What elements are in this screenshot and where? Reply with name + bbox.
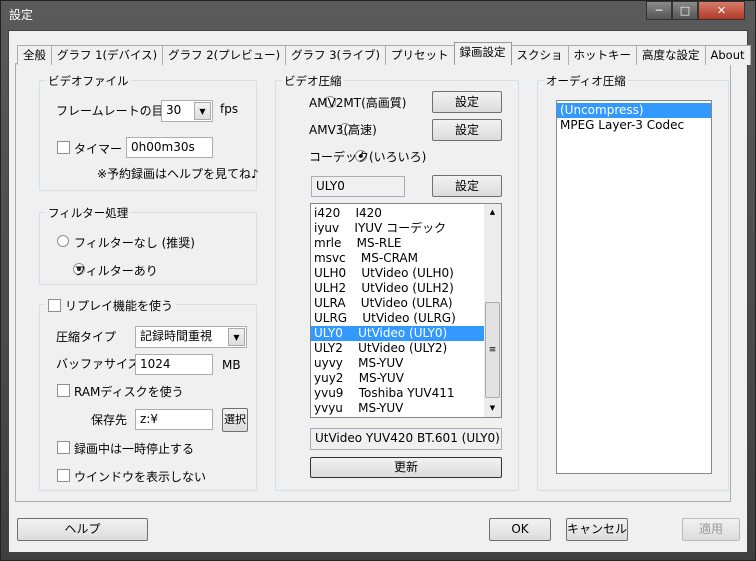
video-file-label: ビデオファイル (46, 73, 131, 89)
ok-button[interactable]: OK (489, 518, 551, 541)
tab-graph1[interactable]: グラフ 1(デバイス) (51, 45, 164, 65)
codec-list-scrollbar[interactable]: ▲ ≡ ▼ (484, 204, 501, 417)
scroll-down-icon[interactable]: ▼ (484, 400, 501, 417)
codec-list-item[interactable]: ULY0 UtVideo (ULY0) (311, 326, 484, 341)
codec-list-item[interactable]: iyuv IYUV コーデック (311, 221, 484, 236)
codec-list-item[interactable]: mrle MS-RLE (311, 236, 484, 251)
timer-label: タイマー (74, 142, 123, 156)
codec-label: コーデック(いろいろ) (309, 150, 427, 164)
audio-list-item[interactable]: (Uncompress) (557, 103, 711, 118)
maximize-button[interactable]: □ (672, 1, 698, 20)
tab-graph2[interactable]: グラフ 2(プレビュー) (162, 45, 287, 65)
codec-list-item[interactable]: yvu9 Toshiba YUV411 (311, 386, 484, 401)
codec-list-item[interactable]: uyvy MS-YUV (311, 356, 484, 371)
fps-unit: fps (220, 102, 239, 116)
video-compress-label: ビデオ圧縮 (282, 73, 344, 89)
codec-list-item[interactable]: yvyu MS-YUV (311, 401, 484, 416)
tab-recording[interactable]: 録画設定 (453, 42, 512, 65)
codec-description: UtVideo YUV420 BT.601 (ULY0) VCM (310, 428, 502, 450)
ramdisk-label: RAMディスクを使う (74, 385, 184, 399)
window-title: 設定 (9, 8, 34, 22)
pause-checkbox[interactable] (57, 441, 70, 454)
compress-type-label: 圧縮タイプ (56, 330, 117, 344)
apply-button[interactable]: 適用 (682, 518, 740, 541)
ramdisk-checkbox[interactable] (57, 384, 70, 397)
refresh-button[interactable]: 更新 (310, 457, 502, 478)
pause-label: 録画中は一時停止する (74, 442, 195, 456)
chevron-down-icon: ▼ (228, 328, 245, 346)
close-button[interactable]: ✕ (698, 1, 745, 20)
timer-input[interactable]: 0h00m30s (126, 137, 213, 158)
chevron-down-icon: ▼ (194, 102, 211, 120)
filter-none-label: フィルターなし (推奨) (74, 236, 195, 250)
scroll-thumb[interactable]: ≡ (485, 302, 500, 398)
timer-checkbox[interactable] (57, 141, 70, 154)
framerate-label: フレームレートの目安 (56, 104, 176, 118)
audio-list-item[interactable]: MPEG Layer-3 Codec (557, 118, 711, 133)
replay-label: リプレイ機能を使う (65, 299, 174, 313)
filter-none-radio[interactable] (57, 235, 69, 247)
codec-list-item[interactable]: i420 I420 (311, 206, 484, 221)
amv3-settings-button[interactable]: 設定 (432, 119, 502, 141)
codec-fourcc-field: ULY0 (311, 176, 405, 197)
amv2mt-label: AMV2MT(高画質) (309, 96, 407, 110)
tab-about[interactable]: About (704, 45, 751, 65)
codec-list[interactable]: i420 I420 iyuv IYUV コーデック mrle MS-RLE msvc … (310, 203, 502, 418)
tab-graph3[interactable]: グラフ 3(ライブ) (285, 45, 387, 65)
audio-compress-label: オーディオ圧縮 (544, 73, 628, 89)
replay-toggle[interactable]: リプレイ機能を使う (45, 297, 177, 314)
tab-preset[interactable]: プリセット (385, 45, 455, 65)
compress-type-select[interactable]: 記録時間重視 ▼ (135, 326, 247, 348)
amv2mt-settings-button[interactable]: 設定 (432, 91, 502, 113)
save-dest-input[interactable]: z:¥ (135, 409, 213, 430)
amv3-label: AMV3(高速) (309, 123, 377, 137)
codec-list-item[interactable]: ULY2 UtVideo (ULY2) (311, 341, 484, 356)
hide-window-label: ウインドウを表示しない (74, 470, 207, 484)
codec-settings-button[interactable]: 設定 (432, 175, 502, 197)
tab-bar: 全般 グラフ 1(デバイス) グラフ 2(プレビュー) グラフ 3(ライブ) プ… (17, 42, 751, 65)
tab-advanced[interactable]: 高度な設定 (636, 45, 706, 65)
framerate-select[interactable]: 30 ▼ (161, 100, 213, 122)
compress-type-value: 記録時間重視 (140, 329, 213, 343)
tab-general[interactable]: 全般 (17, 45, 52, 65)
buffer-size-label: バッファサイズ (56, 357, 140, 371)
minimize-button[interactable]: ─ (646, 1, 672, 20)
codec-list-item[interactable]: yuy2 MS-YUV (311, 371, 484, 386)
help-button[interactable]: ヘルプ (17, 518, 148, 541)
buffer-size-input[interactable]: 1024 (135, 354, 213, 375)
reservation-note: ※予約録画はヘルプを見てね♪ (97, 167, 259, 181)
tab-hotkey[interactable]: ホットキー (567, 45, 638, 65)
codec-list-item[interactable]: msvc MS-CRAM (311, 251, 484, 266)
cancel-button[interactable]: キャンセル (566, 518, 628, 541)
codec-list-item[interactable]: ULH2 UtVideo (ULH2) (311, 281, 484, 296)
codec-list-item[interactable]: ULH0 UtVideo (ULH0) (311, 266, 484, 281)
filter-on-label: フィルターあり (74, 264, 158, 278)
buffer-unit: MB (222, 358, 241, 372)
replay-checkbox[interactable] (48, 299, 61, 312)
filter-label: フィルター処理 (46, 205, 131, 221)
window-controls: ─ □ ✕ (646, 1, 745, 21)
scroll-up-icon[interactable]: ▲ (484, 204, 501, 221)
save-dest-label: 保存先 (91, 413, 128, 427)
codec-list-item[interactable]: ULRG UtVideo (ULRG) (311, 311, 484, 326)
codec-list-item[interactable]: ULRA UtVideo (ULRA) (311, 296, 484, 311)
tab-screenshot[interactable]: スクショ (510, 45, 569, 65)
framerate-value: 30 (166, 103, 182, 117)
audio-codec-list[interactable]: (Uncompress) MPEG Layer-3 Codec (556, 100, 712, 474)
hide-window-checkbox[interactable] (57, 469, 70, 482)
select-folder-button[interactable]: 選択 (222, 408, 248, 432)
